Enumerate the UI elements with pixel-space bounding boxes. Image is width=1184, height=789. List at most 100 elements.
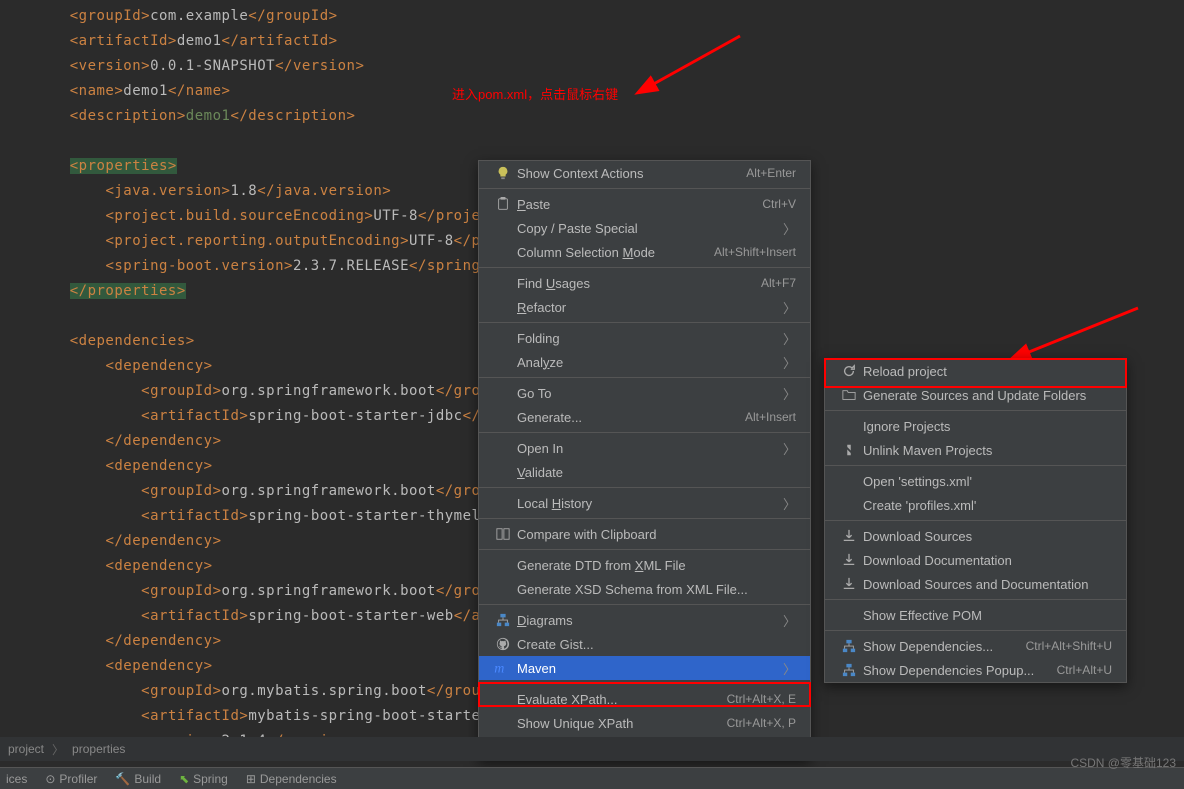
- menu-item-label: Copy / Paste Special: [513, 221, 783, 236]
- menu-item-shortcut: Ctrl+Alt+U: [1057, 663, 1112, 677]
- menu-item-label: Download Sources: [859, 529, 1112, 544]
- menu-separator: [479, 377, 810, 378]
- menu-separator: [479, 549, 810, 550]
- menu-item-unlink-maven-projects[interactable]: Unlink Maven Projects: [825, 438, 1126, 462]
- menu-item-generate-sources-and-update-folders[interactable]: Generate Sources and Update Folders: [825, 383, 1126, 407]
- menu-item-shortcut: Ctrl+Alt+X, P: [727, 716, 796, 730]
- menu-item-show-dependencies[interactable]: Show Dependencies...Ctrl+Alt+Shift+U: [825, 634, 1126, 658]
- menu-item-shortcut: Alt+F7: [761, 276, 796, 290]
- menu-item-show-context-actions[interactable]: Show Context ActionsAlt+Enter: [479, 161, 810, 185]
- menu-separator: [479, 604, 810, 605]
- menu-item-show-unique-xpath[interactable]: Show Unique XPathCtrl+Alt+X, P: [479, 711, 810, 735]
- menu-item-label: Find Usages: [513, 276, 761, 291]
- menu-item-download-sources-and-documentation[interactable]: Download Sources and Documentation: [825, 572, 1126, 596]
- menu-item-ignore-projects[interactable]: Ignore Projects: [825, 414, 1126, 438]
- menu-item-create-gist[interactable]: Create Gist...: [479, 632, 810, 656]
- menu-item-open-in[interactable]: Open In〉: [479, 436, 810, 460]
- menu-separator: [479, 432, 810, 433]
- toolbar-item[interactable]: ⊙Profiler: [45, 772, 97, 786]
- menu-item-download-documentation[interactable]: Download Documentation: [825, 548, 1126, 572]
- menu-item-column-selection-mode[interactable]: Column Selection ModeAlt+Shift+Insert: [479, 240, 810, 264]
- download-icon: [839, 577, 859, 591]
- menu-item-reload-project[interactable]: Reload project: [825, 359, 1126, 383]
- github-icon: [493, 637, 513, 651]
- menu-separator: [825, 520, 1126, 521]
- menu-item-local-history[interactable]: Local History〉: [479, 491, 810, 515]
- menu-item-label: Go To: [513, 386, 783, 401]
- chevron-right-icon: 〉: [783, 659, 796, 678]
- menu-item-label: Open 'settings.xml': [859, 474, 1112, 489]
- code-line[interactable]: <description>demo1</description>: [4, 104, 1184, 129]
- menu-item-open-settings-xml[interactable]: Open 'settings.xml': [825, 469, 1126, 493]
- menu-item-label: Reload project: [859, 364, 1112, 379]
- menu-item-show-dependencies-popup[interactable]: Show Dependencies Popup...Ctrl+Alt+U: [825, 658, 1126, 682]
- unlink-icon: [839, 443, 859, 457]
- menu-item-create-profiles-xml[interactable]: Create 'profiles.xml': [825, 493, 1126, 517]
- menu-separator: [825, 630, 1126, 631]
- compare-icon: [493, 527, 513, 541]
- chevron-right-icon: 〉: [783, 298, 796, 317]
- annotation-text: 进入pom.xml，点击鼠标右键: [452, 84, 618, 103]
- toolbar-item[interactable]: ⬉Spring: [179, 772, 228, 786]
- toolbar-item[interactable]: ices: [6, 772, 27, 786]
- menu-item-label: Download Sources and Documentation: [859, 577, 1112, 592]
- bottom-toolbar[interactable]: ices ⊙Profiler 🔨Build ⬉Spring ⊞Dependenc…: [0, 767, 1184, 789]
- breadcrumb-item[interactable]: properties: [72, 742, 125, 756]
- code-line[interactable]: <version>0.0.1-SNAPSHOT</version>: [4, 54, 1184, 79]
- download-icon: [839, 529, 859, 543]
- menu-item-label: Generate DTD from XML File: [513, 558, 796, 573]
- menu-item-validate[interactable]: Validate: [479, 460, 810, 484]
- menu-item-analyze[interactable]: Analyze〉: [479, 350, 810, 374]
- menu-item-maven[interactable]: mMaven〉: [479, 656, 810, 680]
- menu-item-generate-xsd-schema-from-xml-file[interactable]: Generate XSD Schema from XML File...: [479, 577, 810, 601]
- menu-item-label: Evaluate XPath...: [513, 692, 727, 707]
- watermark: CSDN @零基础123: [1070, 754, 1176, 771]
- menu-item-refactor[interactable]: Refactor〉: [479, 295, 810, 319]
- paste-icon: [493, 197, 513, 211]
- code-line[interactable]: <groupId>com.example</groupId>: [4, 4, 1184, 29]
- menu-item-shortcut: Ctrl+V: [762, 197, 796, 211]
- menu-item-shortcut: Ctrl+Alt+X, E: [727, 692, 796, 706]
- menu-item-paste[interactable]: PasteCtrl+V: [479, 192, 810, 216]
- diagram-icon: [493, 613, 513, 627]
- menu-item-evaluate-xpath[interactable]: Evaluate XPath...Ctrl+Alt+X, E: [479, 687, 810, 711]
- menu-item-label: Folding: [513, 331, 783, 346]
- menu-item-find-usages[interactable]: Find UsagesAlt+F7: [479, 271, 810, 295]
- breadcrumb[interactable]: project 〉 properties: [0, 737, 1184, 761]
- toolbar-item[interactable]: 🔨Build: [115, 772, 161, 786]
- menu-item-label: Show Context Actions: [513, 166, 746, 181]
- reload-icon: [839, 364, 859, 378]
- menu-item-folding[interactable]: Folding〉: [479, 326, 810, 350]
- maven-submenu[interactable]: Reload project Generate Sources and Updat…: [824, 358, 1127, 683]
- menu-item-diagrams[interactable]: Diagrams〉: [479, 608, 810, 632]
- menu-item-show-effective-pom[interactable]: Show Effective POM: [825, 603, 1126, 627]
- bulb-icon: [493, 166, 513, 180]
- code-line[interactable]: <artifactId>demo1</artifactId>: [4, 29, 1184, 54]
- breadcrumb-separator: 〉: [52, 741, 64, 758]
- menu-item-label: Compare with Clipboard: [513, 527, 796, 542]
- menu-item-download-sources[interactable]: Download Sources: [825, 524, 1126, 548]
- menu-item-label: Show Unique XPath: [513, 716, 727, 731]
- menu-item-label: Generate Sources and Update Folders: [859, 388, 1112, 403]
- menu-item-label: Unlink Maven Projects: [859, 443, 1112, 458]
- menu-item-label: Maven: [513, 661, 783, 676]
- menu-item-label: Show Dependencies...: [859, 639, 1026, 654]
- menu-separator: [825, 599, 1126, 600]
- context-menu[interactable]: Show Context ActionsAlt+Enter PasteCtrl+V…: [478, 160, 811, 760]
- folders-icon: [839, 388, 859, 402]
- menu-item-go-to[interactable]: Go To〉: [479, 381, 810, 405]
- menu-item-compare-with-clipboard[interactable]: Compare with Clipboard: [479, 522, 810, 546]
- menu-item-label: Show Dependencies Popup...: [859, 663, 1057, 678]
- menu-item-shortcut: Alt+Insert: [745, 410, 796, 424]
- menu-separator: [479, 518, 810, 519]
- menu-item-label: Show Effective POM: [859, 608, 1112, 623]
- code-line[interactable]: [4, 129, 1184, 154]
- chevron-right-icon: 〉: [783, 439, 796, 458]
- menu-item-label: Local History: [513, 496, 783, 511]
- toolbar-item[interactable]: ⊞Dependencies: [246, 772, 337, 786]
- breadcrumb-item[interactable]: project: [8, 742, 44, 756]
- menu-item-generate[interactable]: Generate...Alt+Insert: [479, 405, 810, 429]
- menu-separator: [479, 322, 810, 323]
- menu-item-copy-paste-special[interactable]: Copy / Paste Special〉: [479, 216, 810, 240]
- menu-item-generate-dtd-from-xml-file[interactable]: Generate DTD from XML File: [479, 553, 810, 577]
